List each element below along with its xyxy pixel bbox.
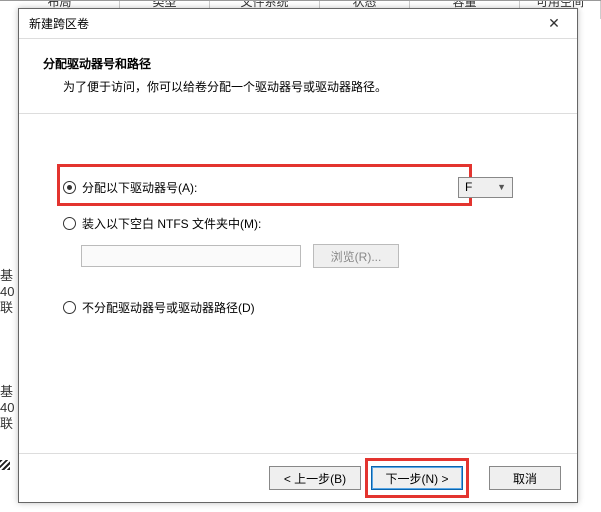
option-no-assignment[interactable]: 不分配驱动器号或驱动器路径(D): [63, 292, 533, 322]
dialog-title: 新建跨区卷: [29, 15, 531, 32]
wizard-header: 分配驱动器号和路径 为了便于访问，你可以给卷分配一个驱动器号或驱动器路径。: [19, 39, 577, 114]
option-assign-label: 分配以下驱动器号(A):: [82, 179, 197, 196]
close-button[interactable]: ✕: [531, 9, 577, 39]
radio-assign-icon: [63, 181, 76, 194]
next-button-label: 下一步(N) >: [385, 470, 448, 487]
next-button[interactable]: 下一步(N) >: [371, 466, 463, 490]
option-mount-folder[interactable]: 装入以下空白 NTFS 文件夹中(M):: [63, 208, 533, 238]
cancel-button-label: 取消: [513, 470, 537, 487]
drive-letter-value: F: [465, 180, 472, 194]
parent-disk-label-1: 基 40 联: [0, 268, 18, 316]
chevron-down-icon: ▼: [497, 182, 506, 192]
wizard-heading: 分配驱动器号和路径: [43, 55, 553, 72]
cancel-button[interactable]: 取消: [489, 466, 561, 490]
back-button[interactable]: < 上一步(B): [269, 466, 361, 490]
new-spanned-volume-dialog: 新建跨区卷 ✕ 分配驱动器号和路径 为了便于访问，你可以给卷分配一个驱动器号或驱…: [18, 8, 578, 503]
wizard-footer: < 上一步(B) 下一步(N) > 取消: [19, 453, 577, 502]
drive-letter-select[interactable]: F ▼: [458, 177, 513, 198]
browse-button-label: 浏览(R)...: [331, 248, 382, 265]
close-icon: ✕: [548, 15, 560, 32]
back-button-label: < 上一步(B): [284, 470, 346, 487]
parent-disk-label-2: 基 40 联: [0, 384, 18, 432]
mount-folder-row: 浏览(R)...: [81, 244, 533, 268]
option-mount-label: 装入以下空白 NTFS 文件夹中(M):: [82, 215, 261, 232]
option-none-label: 不分配驱动器号或驱动器路径(D): [82, 299, 255, 316]
radio-mount-icon: [63, 217, 76, 230]
titlebar: 新建跨区卷 ✕: [19, 9, 577, 39]
option-assign-drive-letter[interactable]: 分配以下驱动器号(A): F ▼: [63, 172, 533, 202]
wizard-body: 分配以下驱动器号(A): F ▼ 装入以下空白 NTFS 文件夹中(M): 浏览…: [19, 114, 577, 453]
mount-path-input: [81, 245, 301, 267]
wizard-subheading: 为了便于访问，你可以给卷分配一个驱动器号或驱动器路径。: [43, 78, 553, 95]
parent-legend-strip: [0, 460, 10, 470]
browse-button: 浏览(R)...: [313, 244, 399, 268]
radio-none-icon: [63, 301, 76, 314]
